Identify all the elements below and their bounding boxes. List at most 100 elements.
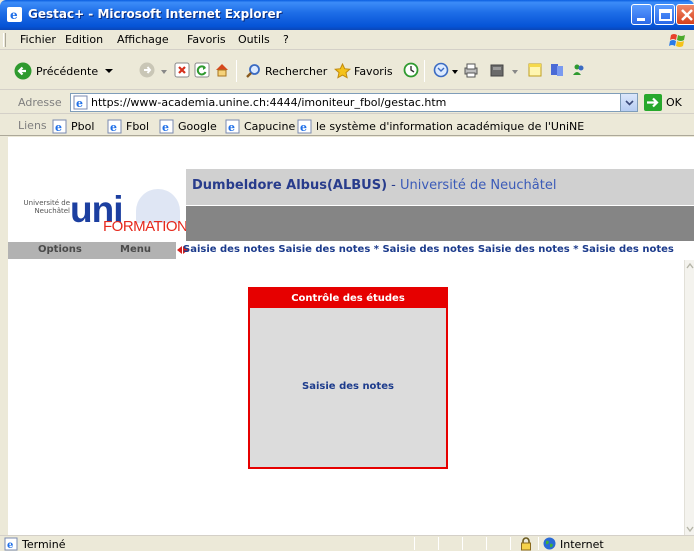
link-label: Fbol [126, 119, 150, 133]
news-marquee: Saisie des notes Saisie des notes * Sais… [183, 244, 674, 255]
mail-icon[interactable] [433, 62, 449, 78]
left-frame-edge [0, 137, 8, 535]
user-identity: Dumbeldore Albus(ALBUS) - Université de … [192, 178, 556, 193]
edit-chevron-icon[interactable] [511, 68, 519, 76]
status-separator [486, 537, 487, 550]
svg-text:e: e [76, 97, 83, 110]
links-bar: Liens e Pbol e Fbol e Google e Capucine … [0, 115, 694, 136]
page-content: Université de Neuchâtel uni FORMATION Du… [8, 137, 694, 535]
link-label: Capucine [244, 119, 296, 133]
status-separator [462, 537, 463, 550]
unine-formation-logo: Université de Neuchâtel uni FORMATION [8, 187, 188, 243]
menu-edition[interactable]: Edition [65, 33, 103, 46]
favorites-button[interactable]: Favoris [334, 61, 393, 81]
link-fbol[interactable]: e Fbol [107, 118, 149, 134]
address-input[interactable]: e https://www-academia.unine.ch:4444/imo… [70, 93, 638, 112]
standard-toolbar: Précédente Rechercher Favoris [0, 51, 694, 90]
scroll-up-icon[interactable] [685, 260, 694, 272]
menu-favoris[interactable]: Favoris [187, 33, 226, 46]
menu-grip [3, 33, 6, 47]
address-url: https://www-academia.unine.ch:4444/imoni… [91, 96, 447, 109]
go-button[interactable] [644, 94, 662, 111]
history-icon[interactable] [403, 62, 419, 78]
lock-icon[interactable] [520, 537, 532, 551]
panel-title: Contrôle des études [250, 289, 446, 308]
menu-bar: Fichier Edition Affichage Favoris Outils… [0, 30, 694, 50]
logo-formation-text: FORMATION [103, 218, 188, 235]
svg-text:e: e [7, 540, 13, 551]
svg-text:e: e [10, 8, 18, 22]
go-arrow-icon [647, 97, 659, 108]
nav-menu-block: Options Menu [8, 242, 176, 259]
status-bar: e Terminé Internet [0, 535, 694, 551]
address-bar: Adresse e https://www-academia.unine.ch:… [0, 91, 694, 114]
ie-page-icon: e [225, 119, 240, 134]
address-dropdown-button[interactable] [620, 94, 637, 111]
home-icon[interactable] [214, 62, 230, 78]
links-label: Liens [18, 119, 47, 132]
maximize-button[interactable] [654, 4, 675, 25]
ie-page-icon: e [107, 119, 122, 134]
saisie-notes-link[interactable]: Saisie des notes [250, 381, 446, 392]
go-label[interactable]: OK [666, 96, 682, 109]
logo-university-text: Université de Neuchâtel [23, 199, 70, 215]
research-icon[interactable] [549, 62, 565, 78]
search-button[interactable]: Rechercher [245, 61, 327, 81]
stop-icon[interactable] [174, 62, 190, 78]
back-label: Précédente [36, 64, 99, 78]
svg-text:e: e [55, 121, 62, 134]
chevron-down-icon [105, 69, 114, 73]
window-title: Gestac+ - Microsoft Internet Explorer [28, 7, 282, 21]
print-icon[interactable] [463, 62, 479, 78]
ie-app-icon: e [7, 7, 22, 22]
status-separator [538, 537, 539, 550]
ie-page-icon: e [159, 119, 174, 134]
refresh-icon[interactable] [194, 62, 210, 78]
star-icon [334, 63, 351, 79]
options-link[interactable]: Options [38, 244, 82, 255]
menu-outils[interactable]: Outils [238, 33, 270, 46]
security-zone: Internet [560, 538, 604, 551]
user-header: Dumbeldore Albus(ALBUS) - Université de … [186, 169, 694, 205]
edit-icon[interactable] [489, 62, 505, 78]
menu-help[interactable]: ? [283, 33, 289, 46]
title-bar[interactable]: e Gestac+ - Microsoft Internet Explorer [0, 0, 694, 30]
minimize-button[interactable] [631, 4, 652, 25]
link-label: le système d'information académique de l… [316, 119, 585, 133]
back-button[interactable]: Précédente [14, 61, 114, 81]
link-pbol[interactable]: e Pbol [52, 118, 94, 134]
back-arrow-icon [14, 62, 32, 80]
link-label: Google [178, 119, 217, 133]
menu-link[interactable]: Menu [120, 244, 151, 255]
globe-icon [543, 537, 556, 550]
svg-text:e: e [162, 121, 169, 134]
vertical-scrollbar[interactable] [684, 260, 694, 535]
menu-fichier[interactable]: Fichier [20, 33, 56, 46]
status-separator [438, 537, 439, 550]
forward-chevron-icon[interactable] [160, 68, 168, 76]
link-capucine[interactable]: e Capucine [225, 118, 295, 134]
menu-affichage[interactable]: Affichage [117, 33, 169, 46]
search-icon [246, 64, 260, 78]
ie-page-icon: e [52, 119, 67, 134]
forward-arrow-icon[interactable] [139, 62, 155, 78]
link-google[interactable]: e Google [159, 118, 217, 134]
user-university: Université de Neuchâtel [400, 178, 557, 193]
toolbar-separator [236, 60, 237, 82]
ie-window: e Gestac+ - Microsoft Internet Explorer … [0, 0, 694, 551]
link-label: Pbol [71, 119, 95, 133]
svg-text:e: e [300, 121, 307, 134]
scroll-down-icon[interactable] [685, 523, 694, 535]
search-label: Rechercher [265, 64, 328, 78]
link-unine-info[interactable]: e le système d'information académique de… [297, 118, 584, 134]
messenger-icon[interactable] [571, 62, 587, 78]
ie-page-icon: e [297, 119, 312, 134]
mail-chevron-icon[interactable] [451, 68, 459, 76]
close-button[interactable] [676, 4, 694, 25]
discuss-icon[interactable] [527, 62, 543, 78]
studies-panel: Contrôle des études Saisie des notes [248, 287, 448, 469]
svg-text:e: e [110, 121, 117, 134]
user-separator: - [387, 178, 401, 193]
user-name: Dumbeldore Albus(ALBUS) [192, 178, 388, 193]
favorites-label: Favoris [354, 64, 393, 78]
